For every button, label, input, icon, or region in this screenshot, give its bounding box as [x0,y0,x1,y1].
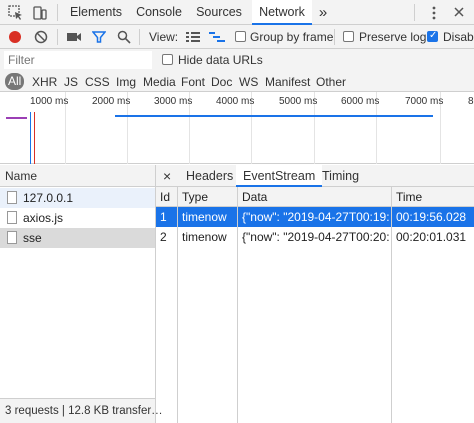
details-tab-bar: × Headers EventStream Timing [156,165,474,187]
timeline-tick: 2000 ms [92,96,131,107]
timeline-tick: 6000 ms [341,96,380,107]
hide-data-urls-label: Hide data URLs [178,53,263,67]
devtools-tab-bar: Elements Console Sources Network » [0,0,474,25]
timeline-bar [115,115,433,117]
disable-cache-checkbox[interactable] [427,30,438,42]
timeline-tick: 7000 ms [405,96,444,107]
event-row[interactable]: 1 timenow {"now": "2019-04-27T00:19:… 00… [156,207,474,227]
eventstream-header: Id Type Data Time [156,187,474,207]
document-icon [7,211,17,224]
tab-timing[interactable]: Timing [322,165,359,187]
clear-icon[interactable] [34,30,48,44]
tab-console[interactable]: Console [131,0,187,25]
view-label: View: [149,30,179,44]
type-filter-media[interactable]: Media [143,75,176,89]
type-filter-doc[interactable]: Doc [211,75,232,89]
timeline-tick: 1000 ms [30,96,69,107]
timeline-bar [6,117,27,119]
document-icon [7,191,17,204]
request-row[interactable]: axios.js [0,208,155,228]
event-type: timenow [182,230,227,244]
preserve-log-label: Preserve log [359,30,427,44]
event-type: timenow [182,210,227,224]
hide-data-urls-checkbox[interactable] [162,54,173,65]
preserve-log-checkbox[interactable] [343,31,354,42]
request-row[interactable]: sse [0,228,155,248]
waterfall-view-icon[interactable] [209,31,225,43]
event-data: {"now": "2019-04-27T00:19:… [242,210,390,224]
type-filter-other[interactable]: Other [316,75,346,89]
type-filter-xhr[interactable]: XHR [32,75,57,89]
type-filter-font[interactable]: Font [181,75,205,89]
timeline-tick: 8 [468,96,474,107]
filter-icon[interactable] [91,30,107,44]
group-by-frame-checkbox[interactable] [235,31,246,42]
request-summary: 3 requests | 12.8 KB transfer… [5,405,163,417]
event-data: {"now": "2019-04-27T00:20:… [242,230,390,244]
device-toolbar-icon[interactable] [32,5,48,21]
tab-elements[interactable]: Elements [64,0,128,25]
tab-eventstream[interactable]: EventStream [236,165,323,187]
status-bar: 3 requests | 12.8 KB transfer… [0,398,163,423]
tab-headers[interactable]: Headers [186,165,233,187]
column-header-type[interactable]: Type [178,187,236,207]
tab-network[interactable]: Network [252,0,312,25]
name-column-header[interactable]: Name [0,165,155,187]
event-id: 2 [160,230,167,244]
close-devtools-icon[interactable] [452,5,466,19]
type-filter-all[interactable]: All [5,73,25,90]
timeline-tick: 5000 ms [279,96,318,107]
request-name: sse [23,231,42,245]
event-row[interactable]: 2 timenow {"now": "2019-04-27T00:20:… 00… [156,227,474,247]
type-filter-img[interactable]: Img [116,75,136,89]
request-name: axios.js [23,211,64,225]
document-icon [7,231,17,244]
name-header-label: Name [5,169,38,183]
event-time: 00:20:01.031 [396,230,467,244]
column-header-time[interactable]: Time [392,187,472,207]
kebab-menu-icon[interactable] [428,5,440,21]
inspect-element-icon[interactable] [8,5,24,21]
type-filter-css[interactable]: CSS [85,75,110,89]
resource-type-filter: All XHR JS CSS Img Media Font Doc WS Man… [0,71,474,92]
close-details-button[interactable]: × [163,165,171,187]
screenshot-capture-icon[interactable] [66,31,82,43]
request-row[interactable]: 127.0.0.1 [0,188,155,208]
timeline-tick: 3000 ms [154,96,193,107]
disable-cache-label: Disabl [443,30,474,44]
filter-bar: Hide data URLs [0,49,474,71]
timeline-tick: 4000 ms [216,96,255,107]
search-icon[interactable] [117,30,131,44]
column-header-id[interactable]: Id [156,187,176,207]
event-id: 1 [160,210,167,224]
tab-sources[interactable]: Sources [191,0,247,25]
timeline-marker-red [34,112,35,164]
more-tabs-button[interactable]: » [313,0,333,25]
group-by-frame-label: Group by frame [250,30,334,44]
network-toolbar: View: Group by frame Preserve log Disabl [0,25,474,49]
type-filter-ws[interactable]: WS [239,75,258,89]
record-icon[interactable] [9,31,21,43]
request-name: 127.0.0.1 [23,191,74,205]
timeline-marker-blue [30,112,31,164]
large-rows-icon[interactable] [186,31,200,43]
type-filter-js[interactable]: JS [64,75,78,89]
filter-input[interactable] [4,51,152,69]
event-time: 00:19:56.028 [396,210,467,224]
type-filter-manifest[interactable]: Manifest [265,75,310,89]
column-header-data[interactable]: Data [238,187,388,207]
